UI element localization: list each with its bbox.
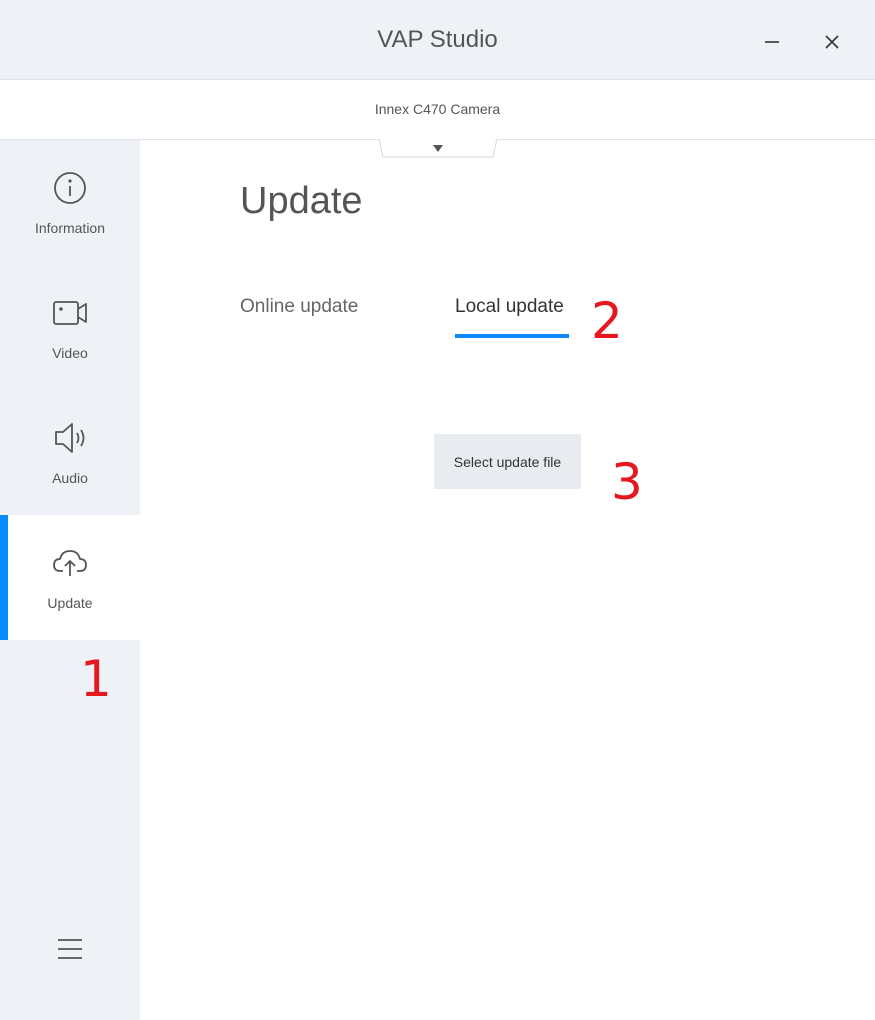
sidebar: Information Video Audio Update xyxy=(0,140,140,1020)
select-update-file-button[interactable]: Select update file xyxy=(434,434,581,489)
minimize-icon xyxy=(765,41,779,43)
info-icon xyxy=(54,172,86,204)
annotation-number: 1 xyxy=(80,650,112,708)
active-tab-underline xyxy=(455,334,569,338)
caret-down-icon xyxy=(378,138,498,158)
hamburger-menu-icon[interactable] xyxy=(55,936,85,962)
tab-online-update[interactable]: Online update xyxy=(240,296,358,318)
cloud-upload-icon xyxy=(53,550,87,576)
video-camera-icon xyxy=(53,301,87,325)
sidebar-item-label: Audio xyxy=(52,470,88,486)
sidebar-item-label: Information xyxy=(34,220,106,236)
device-dropdown-toggle[interactable] xyxy=(378,138,498,159)
device-name: Innex C470 Camera xyxy=(374,101,501,117)
close-button[interactable] xyxy=(818,28,846,56)
sidebar-item-information[interactable]: Information xyxy=(0,140,140,265)
page-title: Update xyxy=(240,180,363,222)
tab-local-update[interactable]: Local update xyxy=(455,296,564,318)
annotation-number: 2 xyxy=(591,292,623,350)
app-title: VAP Studio xyxy=(377,26,498,53)
speaker-icon xyxy=(55,423,85,453)
close-icon xyxy=(825,35,839,49)
sidebar-item-label: Update xyxy=(47,595,93,611)
active-indicator xyxy=(0,515,8,640)
sidebar-item-update[interactable]: Update xyxy=(0,515,140,640)
annotation-number: 3 xyxy=(611,453,643,511)
sidebar-item-audio[interactable]: Audio xyxy=(0,390,140,515)
title-bar: VAP Studio xyxy=(0,0,875,80)
device-bar: Innex C470 Camera xyxy=(0,80,875,140)
sidebar-item-label: Video xyxy=(52,345,88,361)
minimize-button[interactable] xyxy=(758,28,786,56)
sidebar-item-video[interactable]: Video xyxy=(0,265,140,390)
